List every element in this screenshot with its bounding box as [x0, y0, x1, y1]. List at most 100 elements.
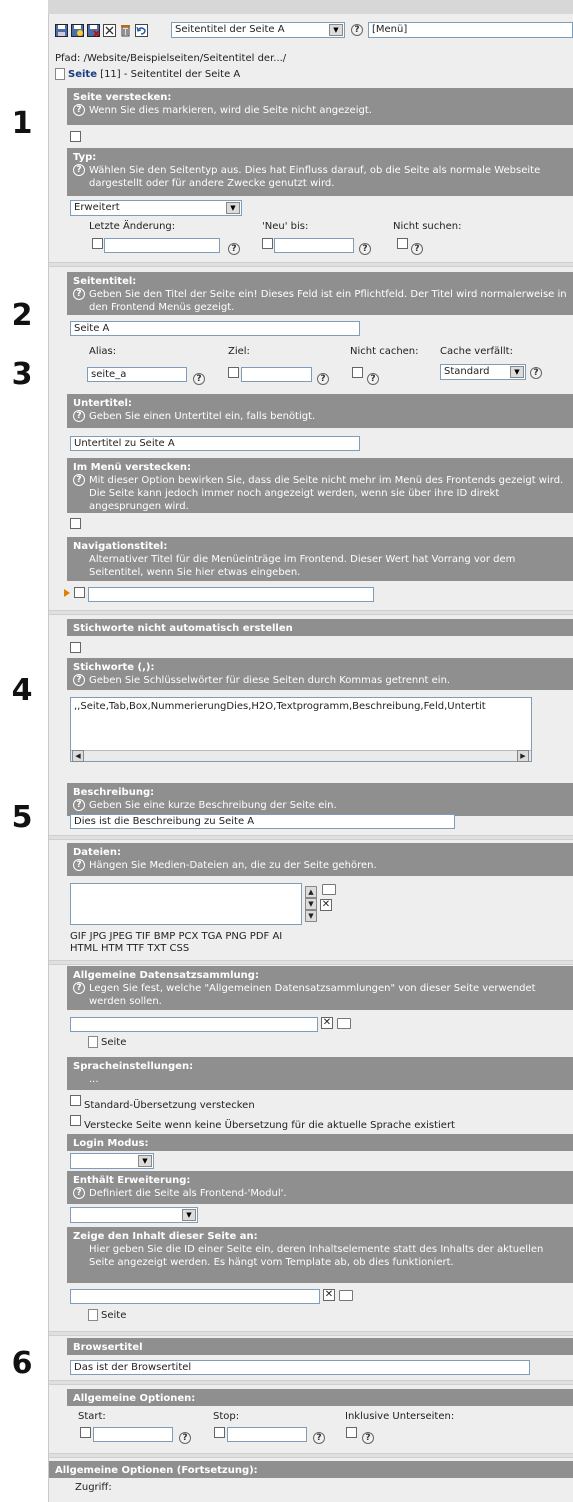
include-subpages-label: Inklusive Unterseiten:	[345, 1411, 455, 1422]
last-change-field[interactable]	[104, 238, 220, 253]
move-up-icon[interactable]: ▲	[305, 886, 317, 898]
close-icon[interactable]	[103, 23, 116, 37]
scroll-left-icon[interactable]: ◀	[72, 750, 84, 762]
help-icon[interactable]: ?	[193, 373, 205, 385]
record-header: Seite [11] - Seitentitel der Seite A	[55, 68, 240, 80]
save-close-icon[interactable]	[87, 23, 100, 37]
move-down-icon[interactable]: ▼	[305, 898, 317, 910]
hide-page-header: Seite verstecken: ? Wenn Sie dies markier…	[67, 88, 573, 125]
remove-icon[interactable]: ✕	[321, 1017, 333, 1029]
stop-label: Stop:	[213, 1411, 240, 1422]
help-icon[interactable]: ?	[313, 1432, 325, 1444]
page-title-header: Seitentitel: ? Geben Sie den Titel der Se…	[67, 272, 573, 315]
browser-title-field[interactable]: Das ist der Browsertitel	[70, 1360, 530, 1375]
folder-icon[interactable]	[339, 1290, 353, 1301]
target-checkbox[interactable]	[228, 367, 239, 378]
marker-5: 5	[11, 800, 33, 835]
folder-icon[interactable]	[322, 884, 336, 895]
record-collection-item[interactable]: Seite	[88, 1036, 126, 1048]
new-until-label: 'Neu' bis:	[262, 221, 309, 232]
help-icon[interactable]: ?	[73, 859, 85, 871]
top-stripe	[48, 0, 573, 14]
help-icon[interactable]: ?	[73, 1187, 85, 1199]
hide-in-menu-checkbox[interactable]	[70, 518, 81, 529]
marker-1: 1	[11, 106, 33, 141]
page-select[interactable]: Seitentitel der Seite A ▼	[171, 22, 345, 38]
section-divider	[49, 262, 573, 267]
help-icon[interactable]: ?	[73, 410, 85, 422]
new-until-checkbox[interactable]	[262, 238, 273, 249]
record-collection-field[interactable]	[70, 1017, 318, 1032]
horizontal-scrollbar[interactable]	[71, 750, 531, 761]
help-icon[interactable]: ?	[73, 674, 85, 686]
language-header: Spracheinstellungen: ...	[67, 1057, 573, 1090]
help-icon[interactable]: ?	[411, 243, 423, 255]
stop-field[interactable]	[227, 1427, 307, 1442]
help-icon[interactable]: ?	[73, 288, 85, 300]
help-icon[interactable]: ?	[228, 243, 240, 255]
last-change-checkbox[interactable]	[92, 238, 103, 249]
last-change-label: Letzte Änderung:	[89, 221, 176, 232]
files-list[interactable]	[70, 883, 302, 925]
help-icon[interactable]: ?	[73, 104, 85, 116]
help-icon[interactable]: ?	[351, 24, 363, 36]
start-field[interactable]	[93, 1427, 173, 1442]
no-auto-keywords-checkbox[interactable]	[70, 642, 81, 653]
hide-in-menu-header: Im Menü verstecken: ? Mit dieser Option b…	[67, 458, 573, 513]
delete-icon[interactable]	[119, 24, 132, 37]
target-field[interactable]	[241, 367, 312, 382]
save-view-icon[interactable]	[71, 23, 84, 37]
login-mode-select[interactable]: ▼	[70, 1153, 154, 1169]
scroll-right-icon[interactable]: ▶	[517, 750, 529, 762]
description-field[interactable]: Dies ist die Beschreibung zu Seite A	[70, 814, 455, 829]
nav-title-field[interactable]	[88, 587, 374, 602]
no-search-label: Nicht suchen:	[393, 221, 462, 232]
hide-page-checkbox[interactable]	[70, 131, 81, 142]
help-icon[interactable]: ?	[530, 367, 542, 379]
help-icon[interactable]: ?	[367, 373, 379, 385]
page-title-field[interactable]: Seite A	[70, 321, 360, 336]
contains-extension-header: Enthält Erweiterung: ? Definiert die Seit…	[67, 1171, 573, 1204]
help-icon[interactable]: ?	[317, 373, 329, 385]
page-icon	[88, 1036, 98, 1048]
help-icon[interactable]: ?	[73, 474, 85, 486]
nav-title-checkbox[interactable]	[74, 587, 85, 598]
target-label: Ziel:	[228, 346, 250, 357]
show-content-header: Zeige den Inhalt dieser Seite an: Hier g…	[67, 1227, 573, 1283]
hide-default-translation-checkbox[interactable]	[70, 1095, 81, 1106]
undo-icon[interactable]	[135, 23, 148, 37]
stop-checkbox[interactable]	[214, 1427, 225, 1438]
no-cache-checkbox[interactable]	[352, 367, 363, 378]
nav-title-header: Navigationstitel: Alternativer Titel für…	[67, 537, 573, 581]
new-until-field[interactable]	[274, 238, 354, 253]
include-subpages-checkbox[interactable]	[346, 1427, 357, 1438]
menu-select[interactable]: [Menü]	[368, 22, 573, 38]
help-icon[interactable]: ?	[73, 982, 85, 994]
login-mode-header: Login Modus:	[67, 1134, 573, 1151]
remove-icon[interactable]: ✕	[320, 899, 332, 911]
help-icon[interactable]: ?	[359, 243, 371, 255]
page-type-select[interactable]: Erweitert ▼	[70, 200, 242, 216]
move-bottom-icon[interactable]: ▼	[305, 910, 317, 922]
show-content-item[interactable]: Seite	[88, 1309, 126, 1321]
no-search-checkbox[interactable]	[397, 238, 408, 249]
start-checkbox[interactable]	[80, 1427, 91, 1438]
show-content-field[interactable]	[70, 1289, 320, 1304]
subtitle-field[interactable]: Untertitel zu Seite A	[70, 436, 360, 451]
help-icon[interactable]: ?	[362, 1432, 374, 1444]
folder-icon[interactable]	[337, 1018, 351, 1029]
cache-expires-select[interactable]: Standard ▼	[440, 364, 526, 380]
save-icon[interactable]	[55, 23, 68, 37]
alias-label: Alias:	[89, 346, 117, 357]
access-label: Zugriff:	[75, 1482, 112, 1493]
remove-icon[interactable]: ✕	[323, 1289, 335, 1301]
hide-default-translation-label: Standard-Übersetzung verstecken	[84, 1100, 255, 1111]
alias-field[interactable]: seite_a	[87, 367, 187, 382]
extension-select[interactable]: ▼	[70, 1207, 198, 1223]
help-icon[interactable]: ?	[73, 799, 85, 811]
help-icon[interactable]: ?	[179, 1432, 191, 1444]
help-icon[interactable]: ?	[73, 164, 85, 176]
record-type[interactable]: Seite	[68, 69, 97, 80]
record-collection-header: Allgemeine Datensatzsammlung: ? Legen Sie…	[67, 966, 573, 1010]
hide-no-translation-checkbox[interactable]	[70, 1115, 81, 1126]
